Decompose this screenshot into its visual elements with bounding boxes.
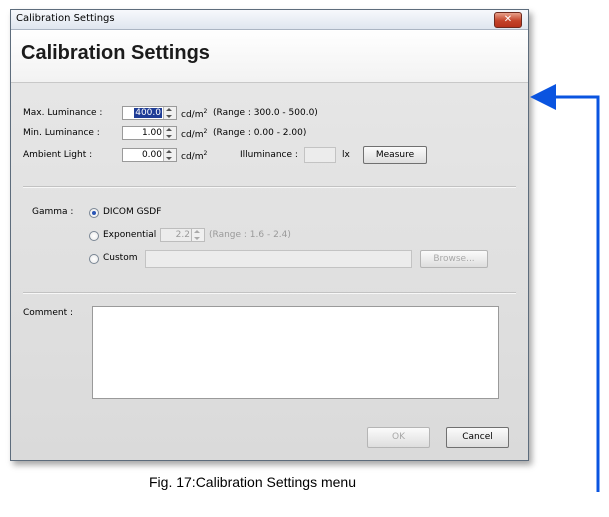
figure-caption: Fig. 17:Calibration Settings menu [149,474,356,490]
arrow-line [555,95,600,492]
pointer-arrow-icon [530,84,600,492]
arrow-head [530,84,556,110]
